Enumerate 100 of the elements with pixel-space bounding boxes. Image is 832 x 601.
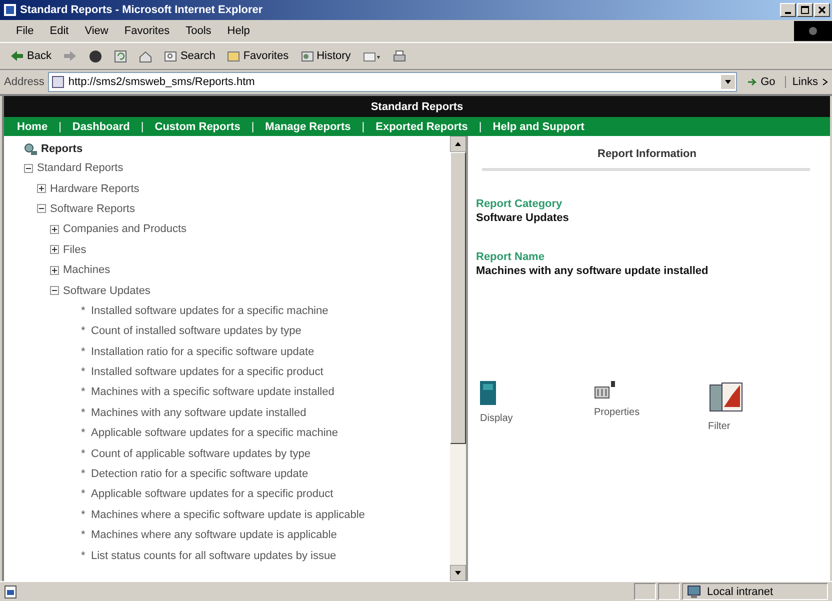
toolbar-button[interactable]: Back (6, 48, 56, 64)
tree-item[interactable]: Machines where any software update is applicable (91, 529, 337, 542)
bullet: * (81, 386, 86, 398)
tree-item[interactable]: Installation ratio for a specific software update (91, 346, 314, 358)
menu-item[interactable]: Help (219, 25, 258, 37)
expand-icon[interactable] (50, 266, 59, 275)
home-icon (139, 50, 152, 62)
expand-icon[interactable] (50, 245, 59, 254)
nav-link[interactable]: Manage Reports (260, 120, 356, 132)
chevron-icon (822, 78, 828, 86)
bullet: * (81, 304, 86, 317)
toolbar-button[interactable]: Favorites (223, 48, 293, 64)
tree-item[interactable]: Machines (63, 264, 110, 276)
field-value: Machines with any software update installed (476, 265, 710, 277)
browser-icon (4, 4, 16, 16)
links-button[interactable]: Links (785, 76, 818, 88)
bullet: * (81, 529, 86, 542)
tree-item[interactable]: Count of installed software updates by type (91, 325, 302, 338)
tree-item[interactable]: Software Updates (63, 284, 150, 297)
forward-arrow-icon (63, 50, 78, 62)
tree-item[interactable]: Machines where a specific software update is applicable (91, 508, 365, 521)
print-icon (392, 50, 406, 62)
tree-item[interactable]: Detection ratio for a specific software update (91, 468, 308, 480)
action-label[interactable]: Display (480, 413, 513, 424)
action-label[interactable]: Filter (708, 421, 730, 432)
nav-link[interactable]: Exported Reports (370, 120, 473, 132)
history-icon (300, 50, 314, 62)
page-title: Standard Reports (370, 100, 464, 112)
page-icon (52, 76, 64, 88)
window-title: Standard Reports - Microsoft Internet Explorer (20, 4, 264, 16)
collapse-icon[interactable] (37, 204, 46, 214)
menu-item[interactable]: File (8, 25, 42, 37)
intranet-icon (687, 584, 703, 598)
menu-item[interactable]: Tools (178, 25, 220, 37)
bullet: * (81, 448, 86, 460)
dropdown-icon[interactable] (720, 75, 735, 89)
toolbar-button[interactable]: Search (160, 48, 220, 64)
action-label[interactable]: Properties (594, 407, 640, 418)
back-arrow-icon (10, 50, 24, 62)
tree-root[interactable]: Reports (41, 143, 83, 155)
close-icon (818, 6, 826, 14)
bullet: * (81, 508, 86, 521)
status-panel (658, 583, 680, 600)
bullet: * (81, 346, 86, 358)
tree-item[interactable]: Installed software updates for a specific machine (91, 304, 328, 317)
maximize-button[interactable] (797, 3, 813, 17)
tree-item[interactable]: Count of applicable software updates by type (91, 448, 311, 460)
tree-item[interactable]: Software Reports (50, 202, 135, 215)
tree-item[interactable]: Files (63, 244, 86, 256)
menu-item[interactable]: Favorites (116, 25, 178, 37)
tree-item[interactable]: Hardware Reports (50, 182, 140, 195)
folder-icon (227, 50, 240, 62)
books-icon[interactable] (708, 381, 744, 413)
scroll-up-icon[interactable] (450, 136, 466, 152)
refresh-icon (114, 50, 128, 62)
status-panel (634, 583, 656, 600)
tree-item[interactable]: List status counts for all software updates by issue (91, 550, 336, 562)
go-button[interactable]: Go (740, 76, 782, 88)
nav-link[interactable]: Help and Support (488, 120, 590, 132)
expand-icon[interactable] (37, 184, 46, 194)
tree-item[interactable]: Applicable software updates for a specific machine (91, 427, 338, 440)
bullet: * (81, 550, 86, 562)
tree-item[interactable]: Companies and Products (63, 223, 187, 236)
properties-icon[interactable] (594, 381, 616, 399)
go-arrow-icon (746, 77, 759, 87)
tree-item[interactable]: Installed software updates for a specific product (91, 366, 324, 378)
expand-icon[interactable] (50, 224, 59, 234)
nav-link[interactable]: Dashboard (67, 120, 135, 132)
scroll-down-icon[interactable] (450, 565, 466, 581)
tree-item[interactable]: Machines with a specific software update installed (91, 386, 334, 398)
menu-item[interactable]: View (76, 25, 116, 37)
toolbar-button[interactable]: History (296, 48, 355, 64)
nav-link[interactable]: Custom Reports (150, 120, 246, 132)
search-icon (164, 50, 178, 62)
nav-separator: | (58, 120, 62, 132)
nav-separator: | (362, 120, 365, 132)
bullet: * (81, 427, 86, 440)
collapse-icon[interactable] (50, 286, 59, 296)
address-label: Address (4, 76, 44, 88)
bullet: * (81, 406, 86, 419)
scrollbar[interactable] (450, 136, 466, 581)
field-value: Software Updates (476, 212, 570, 224)
stop-icon (89, 50, 102, 62)
browser-logo (794, 21, 832, 41)
nav-separator: | (140, 120, 144, 132)
page-icon (4, 584, 18, 598)
bullet: * (81, 488, 86, 500)
nav-separator: | (251, 120, 254, 132)
security-zone: Local intranet (707, 586, 774, 598)
address-field[interactable]: http://sms2/smsweb_sms/Reports.htm (48, 72, 737, 92)
collapse-icon[interactable] (24, 164, 33, 173)
bullet: * (81, 366, 86, 378)
tree-item[interactable]: Applicable software updates for a specific product (91, 488, 334, 500)
close-button[interactable] (814, 3, 830, 17)
minimize-button[interactable] (780, 3, 796, 17)
menu-item[interactable]: Edit (42, 25, 77, 37)
tree-item[interactable]: Machines with any software update installed (91, 406, 306, 419)
tree-item[interactable]: Standard Reports (37, 162, 124, 174)
field-label: Report Category (476, 198, 564, 210)
nav-link[interactable]: Home (12, 120, 53, 132)
